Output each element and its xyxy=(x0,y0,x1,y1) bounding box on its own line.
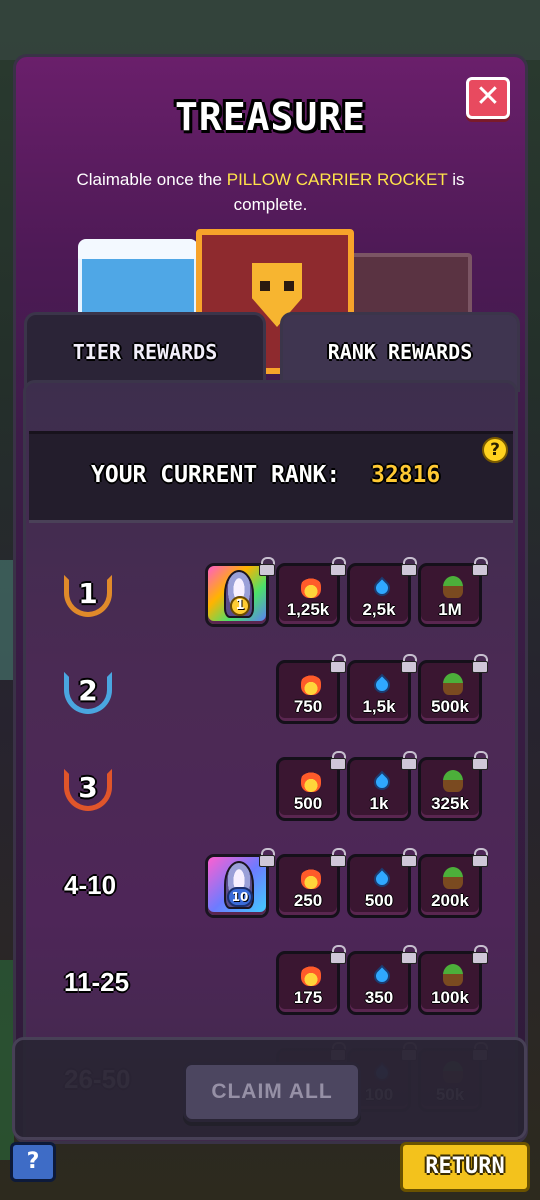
drop-icon xyxy=(370,576,394,600)
reward-amount: 325k xyxy=(431,794,469,813)
fire-icon xyxy=(301,673,321,695)
reward-item[interactable]: 250 xyxy=(276,848,346,918)
subtitle-highlight: PILLOW CARRIER ROCKET xyxy=(226,170,448,189)
sprout-icon xyxy=(443,770,463,792)
bottom-bar: CLAIM ALL xyxy=(12,1037,527,1140)
reward-row: 2 750 1,5k 500k xyxy=(26,654,516,724)
fire-icon xyxy=(301,576,321,598)
reward-amount: 350 xyxy=(364,988,394,1007)
reward-amount: 175 xyxy=(293,988,323,1007)
reward-amount: 500 xyxy=(364,891,394,910)
rank-laurel-badge: 2 xyxy=(64,668,112,716)
reward-amount: 250 xyxy=(293,891,323,910)
lock-icon xyxy=(401,654,417,673)
rocket-reward-item[interactable]: 1 xyxy=(205,557,275,627)
reward-amount: 100k xyxy=(431,988,469,1007)
reward-item[interactable]: 1,5k xyxy=(347,654,417,724)
drop-icon xyxy=(370,964,394,988)
reward-item[interactable]: 1,25k xyxy=(276,557,346,627)
lock-icon xyxy=(401,945,417,964)
reward-amount: 500 xyxy=(293,794,323,813)
lock-icon xyxy=(330,848,346,867)
reward-amount: 750 xyxy=(293,697,323,716)
rank-number: 3 xyxy=(78,771,98,804)
reward-item[interactable]: 500 xyxy=(276,751,346,821)
current-rank-value: 32816 xyxy=(371,462,441,488)
rocket-rank-medal: 10 xyxy=(227,887,253,907)
current-rank-bar: YOUR CURRENT RANK: 32816 xyxy=(29,431,513,523)
reward-item[interactable]: 325k xyxy=(418,751,488,821)
reward-row: 1 1 1,25k 2,5k 1M xyxy=(26,557,516,627)
drop-icon xyxy=(370,867,394,891)
subtitle-prefix: Claimable once the xyxy=(76,170,223,189)
rank-laurel-badge: 1 xyxy=(64,571,112,619)
reward-item[interactable]: 175 xyxy=(276,945,346,1015)
chest-eye xyxy=(260,281,270,291)
reward-item[interactable]: 1M xyxy=(418,557,488,627)
reward-amount: 200k xyxy=(431,891,469,910)
background-building xyxy=(0,560,14,680)
panel-subtitle: Claimable once the PILLOW CARRIER ROCKET… xyxy=(56,167,485,217)
lock-icon xyxy=(330,945,346,964)
rank-range-label: 11-25 xyxy=(64,967,130,997)
lock-icon xyxy=(472,848,488,867)
rank-number: 2 xyxy=(78,674,98,707)
rank-rewards-content: YOUR CURRENT RANK: 32816 ? 1 1 1,25k 2,5k 1M… xyxy=(23,380,518,1141)
reward-amount: 1,25k xyxy=(286,600,330,619)
sprout-icon xyxy=(443,964,463,986)
reward-item[interactable]: 100k xyxy=(418,945,488,1015)
reward-amount: 1M xyxy=(438,600,462,619)
fire-icon xyxy=(301,770,321,792)
claim-all-button[interactable]: CLAIM ALL xyxy=(183,1062,361,1122)
current-rank-label: YOUR CURRENT RANK: xyxy=(91,462,341,488)
reward-item[interactable]: 350 xyxy=(347,945,417,1015)
lock-icon xyxy=(472,654,488,673)
reward-amount: 1,5k xyxy=(362,697,396,716)
panel-title: TREASURE xyxy=(174,95,367,139)
lock-icon xyxy=(330,654,346,673)
lock-icon xyxy=(330,751,346,770)
reward-item[interactable]: 200k xyxy=(418,848,488,918)
reward-item[interactable]: 500 xyxy=(347,848,417,918)
sprout-icon xyxy=(443,576,463,598)
rank-help-icon[interactable]: ? xyxy=(482,437,508,463)
reward-item[interactable]: 1k xyxy=(347,751,417,821)
return-button[interactable]: RETURN xyxy=(400,1142,530,1192)
reward-row: 11-25 175 350 100k xyxy=(26,945,516,1015)
fire-icon xyxy=(301,867,321,889)
rocket-reward-item[interactable]: 10 xyxy=(205,848,275,918)
reward-item[interactable]: 500k xyxy=(418,654,488,724)
reward-row: 3 500 1k 325k xyxy=(26,751,516,821)
close-button[interactable]: ✕ xyxy=(466,77,510,119)
sprout-icon xyxy=(443,673,463,695)
fire-icon xyxy=(301,964,321,986)
reward-amount: 500k xyxy=(431,697,469,716)
lock-icon xyxy=(259,557,275,576)
lock-icon xyxy=(330,557,346,576)
background-building xyxy=(0,0,540,60)
lock-icon xyxy=(472,945,488,964)
lock-icon xyxy=(401,751,417,770)
lock-icon xyxy=(401,557,417,576)
reward-item[interactable]: 2,5k xyxy=(347,557,417,627)
rank-number: 1 xyxy=(78,577,98,610)
reward-item[interactable]: 750 xyxy=(276,654,346,724)
treasure-panel: TREASURE ✕ Claimable once the PILLOW CAR… xyxy=(13,54,528,1144)
rank-range-label: 4-10 xyxy=(64,870,117,900)
lock-icon xyxy=(259,848,275,867)
reward-row: 4-10 10 250 500 200k xyxy=(26,848,516,918)
drop-icon xyxy=(370,673,394,697)
sprout-icon xyxy=(443,867,463,889)
reward-amount: 1k xyxy=(369,794,389,813)
rocket-rank-medal: 1 xyxy=(230,596,250,616)
lock-icon xyxy=(472,557,488,576)
chest-eye xyxy=(284,281,294,291)
lock-icon xyxy=(401,848,417,867)
lock-icon xyxy=(472,751,488,770)
rank-laurel-badge: 3 xyxy=(64,765,112,813)
help-button[interactable]: ? xyxy=(10,1142,56,1182)
reward-amount: 2,5k xyxy=(362,600,396,619)
drop-icon xyxy=(370,770,394,794)
